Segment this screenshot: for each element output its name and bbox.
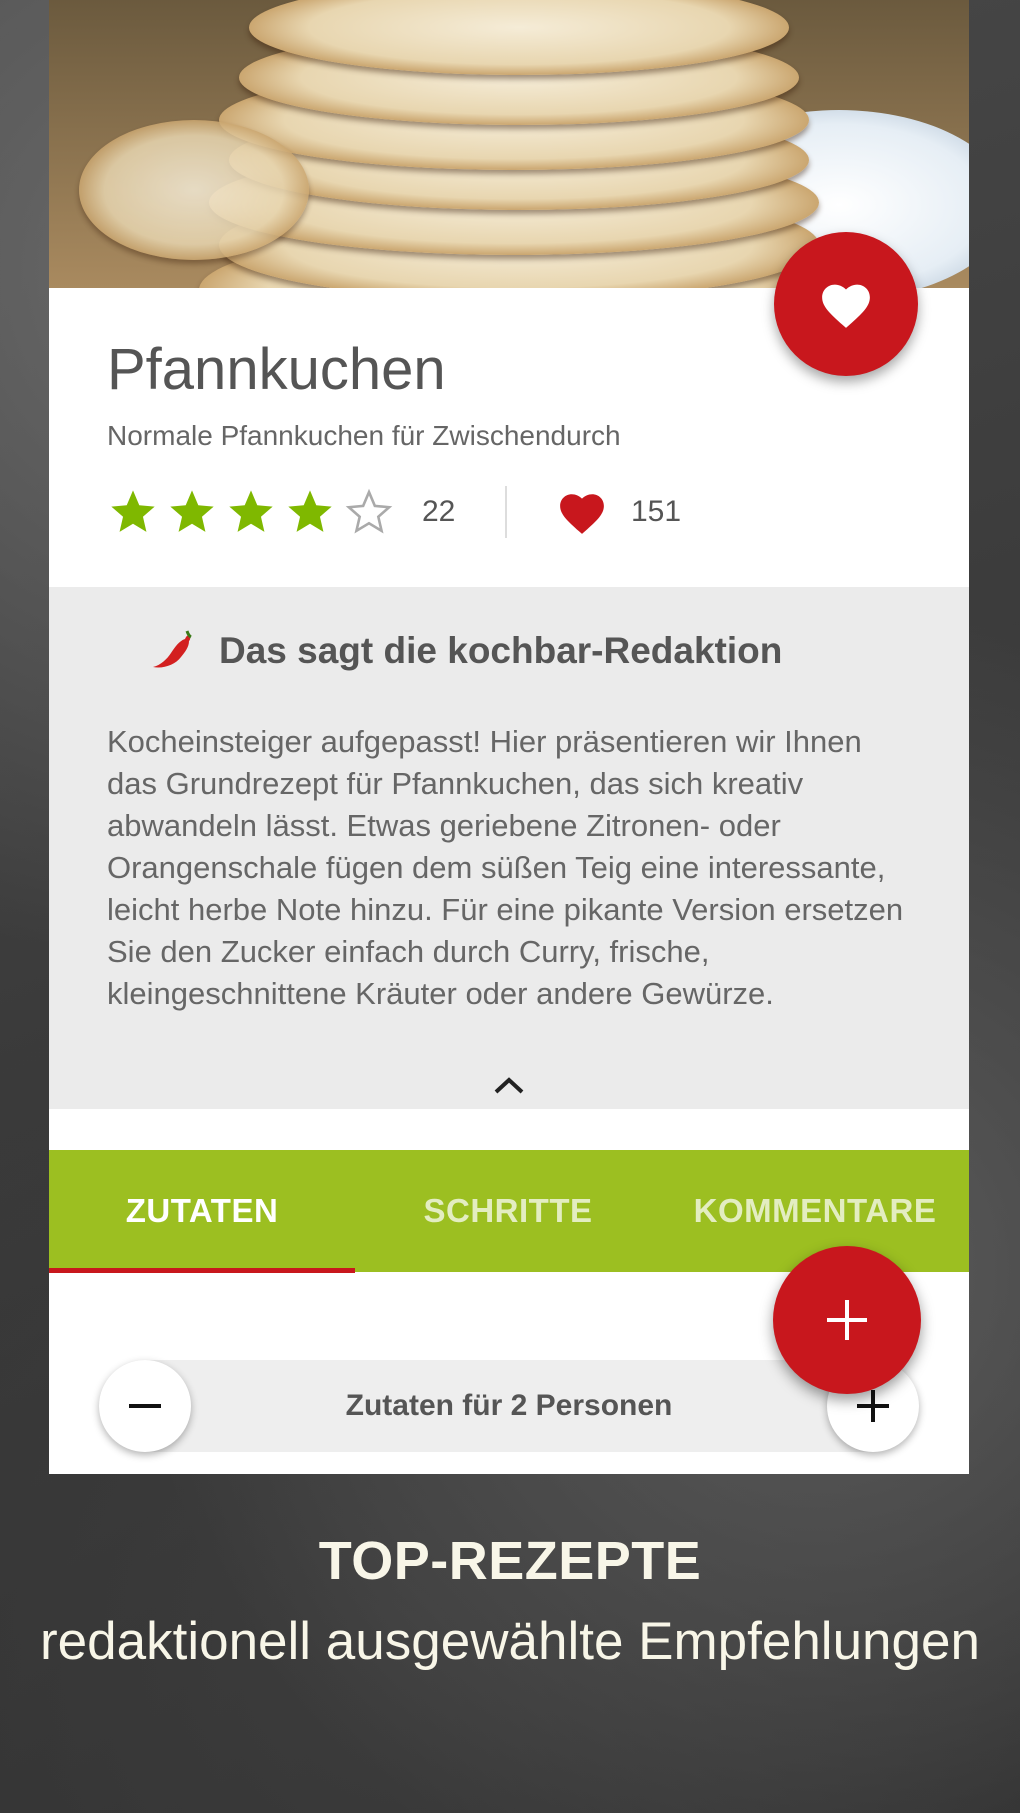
rating-count: 22	[422, 495, 456, 528]
editorial-text: Kocheinsteiger aufgepasst! Hier präsenti…	[107, 724, 904, 1011]
likes: 151	[557, 484, 681, 540]
likes-count: 151	[631, 495, 682, 528]
heart-icon	[560, 494, 604, 534]
chili-icon	[153, 630, 192, 668]
minus-icon	[129, 1404, 161, 1408]
plus-icon	[827, 1300, 867, 1340]
tab-zutaten[interactable]: ZUTATEN	[49, 1150, 355, 1272]
chevron-up-icon[interactable]	[493, 1075, 525, 1095]
editorial-heading: Das sagt die kochbar-Redaktion	[219, 630, 783, 671]
promo-subtitle: redaktionell ausgewählte Empfehlungen	[40, 1612, 980, 1671]
add-button[interactable]	[773, 1246, 921, 1394]
decrease-portions-button[interactable]	[99, 1360, 191, 1452]
promo-title: TOP-REZEPTE	[318, 1531, 702, 1591]
star-rating[interactable]: 22	[107, 484, 455, 540]
star-icon	[229, 490, 273, 532]
recipe-title: Pfannkuchen	[107, 337, 446, 402]
star-icon	[170, 490, 214, 532]
star-icon	[288, 490, 332, 532]
favorite-button[interactable]	[774, 232, 918, 376]
editorial-section: Das sagt die kochbar-Redaktion Kocheinst…	[49, 587, 969, 1109]
recipe-subtitle: Normale Pfannkuchen für Zwischendurch	[107, 420, 621, 451]
rating-divider	[505, 486, 507, 538]
heart-icon	[822, 284, 870, 328]
editorial-header: Das sagt die kochbar-Redaktion	[149, 627, 782, 675]
plus-icon	[857, 1390, 889, 1422]
tab-indicator	[49, 1268, 355, 1273]
star-icon	[111, 490, 155, 532]
tab-schritte[interactable]: SCHRITTE	[355, 1150, 661, 1272]
star-empty-icon	[345, 488, 393, 534]
